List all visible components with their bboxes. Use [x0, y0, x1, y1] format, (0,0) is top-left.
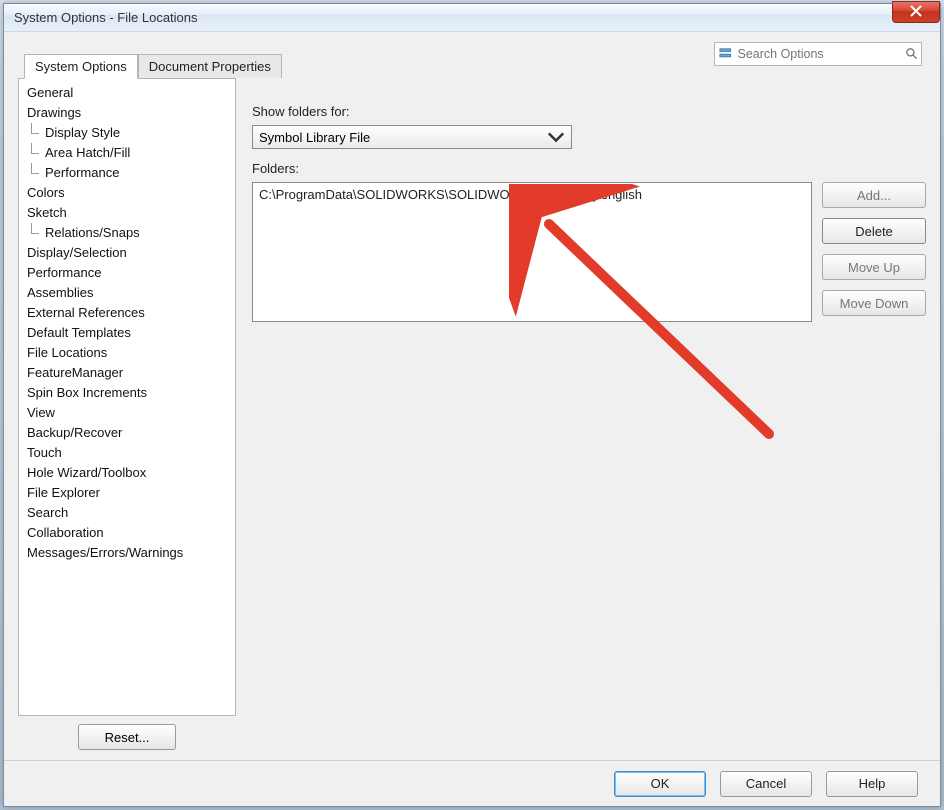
cancel-button[interactable]: Cancel [720, 771, 812, 797]
tree-item[interactable]: Performance [21, 163, 233, 183]
tree-item[interactable]: Colors [21, 183, 233, 203]
folders-label: Folders: [252, 161, 926, 176]
tab-label: Document Properties [149, 59, 271, 74]
tab-bar: System Options Document Properties [24, 54, 926, 78]
window-title: System Options - File Locations [14, 10, 198, 25]
move-up-button[interactable]: Move Up [822, 254, 926, 280]
tree-item[interactable]: Display/Selection [21, 243, 233, 263]
tree-item[interactable]: Sketch [21, 203, 233, 223]
tree-item[interactable]: File Locations [21, 343, 233, 363]
reset-button[interactable]: Reset... [78, 724, 176, 750]
ok-button[interactable]: OK [614, 771, 706, 797]
dialog-window: System Options - File Locations System O… [3, 3, 941, 807]
add-button[interactable]: Add... [822, 182, 926, 208]
close-icon [910, 5, 922, 20]
tree-item[interactable]: Relations/Snaps [21, 223, 233, 243]
tree-item[interactable]: View [21, 403, 233, 423]
folder-path-item[interactable]: C:\ProgramData\SOLIDWORKS\SOLIDWORKS 201… [259, 187, 805, 202]
tree-item[interactable]: General [21, 83, 233, 103]
tab-system-options[interactable]: System Options [24, 54, 138, 79]
help-button[interactable]: Help [826, 771, 918, 797]
chevron-down-icon [547, 128, 565, 146]
tree-item[interactable]: Drawings [21, 103, 233, 123]
tree-item[interactable]: Messages/Errors/Warnings [21, 543, 233, 563]
tree-item[interactable]: Performance [21, 263, 233, 283]
tree-item[interactable]: Search [21, 503, 233, 523]
show-folders-for-label: Show folders for: [252, 104, 926, 119]
delete-button[interactable]: Delete [822, 218, 926, 244]
tree-item[interactable]: Touch [21, 443, 233, 463]
tree-item[interactable]: Hole Wizard/Toolbox [21, 463, 233, 483]
tree-item[interactable]: Default Templates [21, 323, 233, 343]
tree-item[interactable]: Area Hatch/Fill [21, 143, 233, 163]
tree-item[interactable]: Collaboration [21, 523, 233, 543]
tab-document-properties[interactable]: Document Properties [138, 54, 282, 78]
dropdown-value: Symbol Library File [259, 130, 370, 145]
tree-item[interactable]: Backup/Recover [21, 423, 233, 443]
show-folders-for-dropdown[interactable]: Symbol Library File [252, 125, 572, 149]
tree-item[interactable]: External References [21, 303, 233, 323]
tree-item[interactable]: Spin Box Increments [21, 383, 233, 403]
dialog-button-bar: OK Cancel Help [4, 760, 940, 806]
move-down-button[interactable]: Move Down [822, 290, 926, 316]
close-button[interactable] [892, 1, 940, 23]
options-tree[interactable]: GeneralDrawingsDisplay StyleArea Hatch/F… [18, 78, 236, 716]
folders-listbox[interactable]: C:\ProgramData\SOLIDWORKS\SOLIDWORKS 201… [252, 182, 812, 322]
tree-item[interactable]: Display Style [21, 123, 233, 143]
tree-item[interactable]: FeatureManager [21, 363, 233, 383]
titlebar: System Options - File Locations [4, 4, 940, 32]
tree-item[interactable]: File Explorer [21, 483, 233, 503]
tab-label: System Options [35, 59, 127, 74]
tree-item[interactable]: Assemblies [21, 283, 233, 303]
